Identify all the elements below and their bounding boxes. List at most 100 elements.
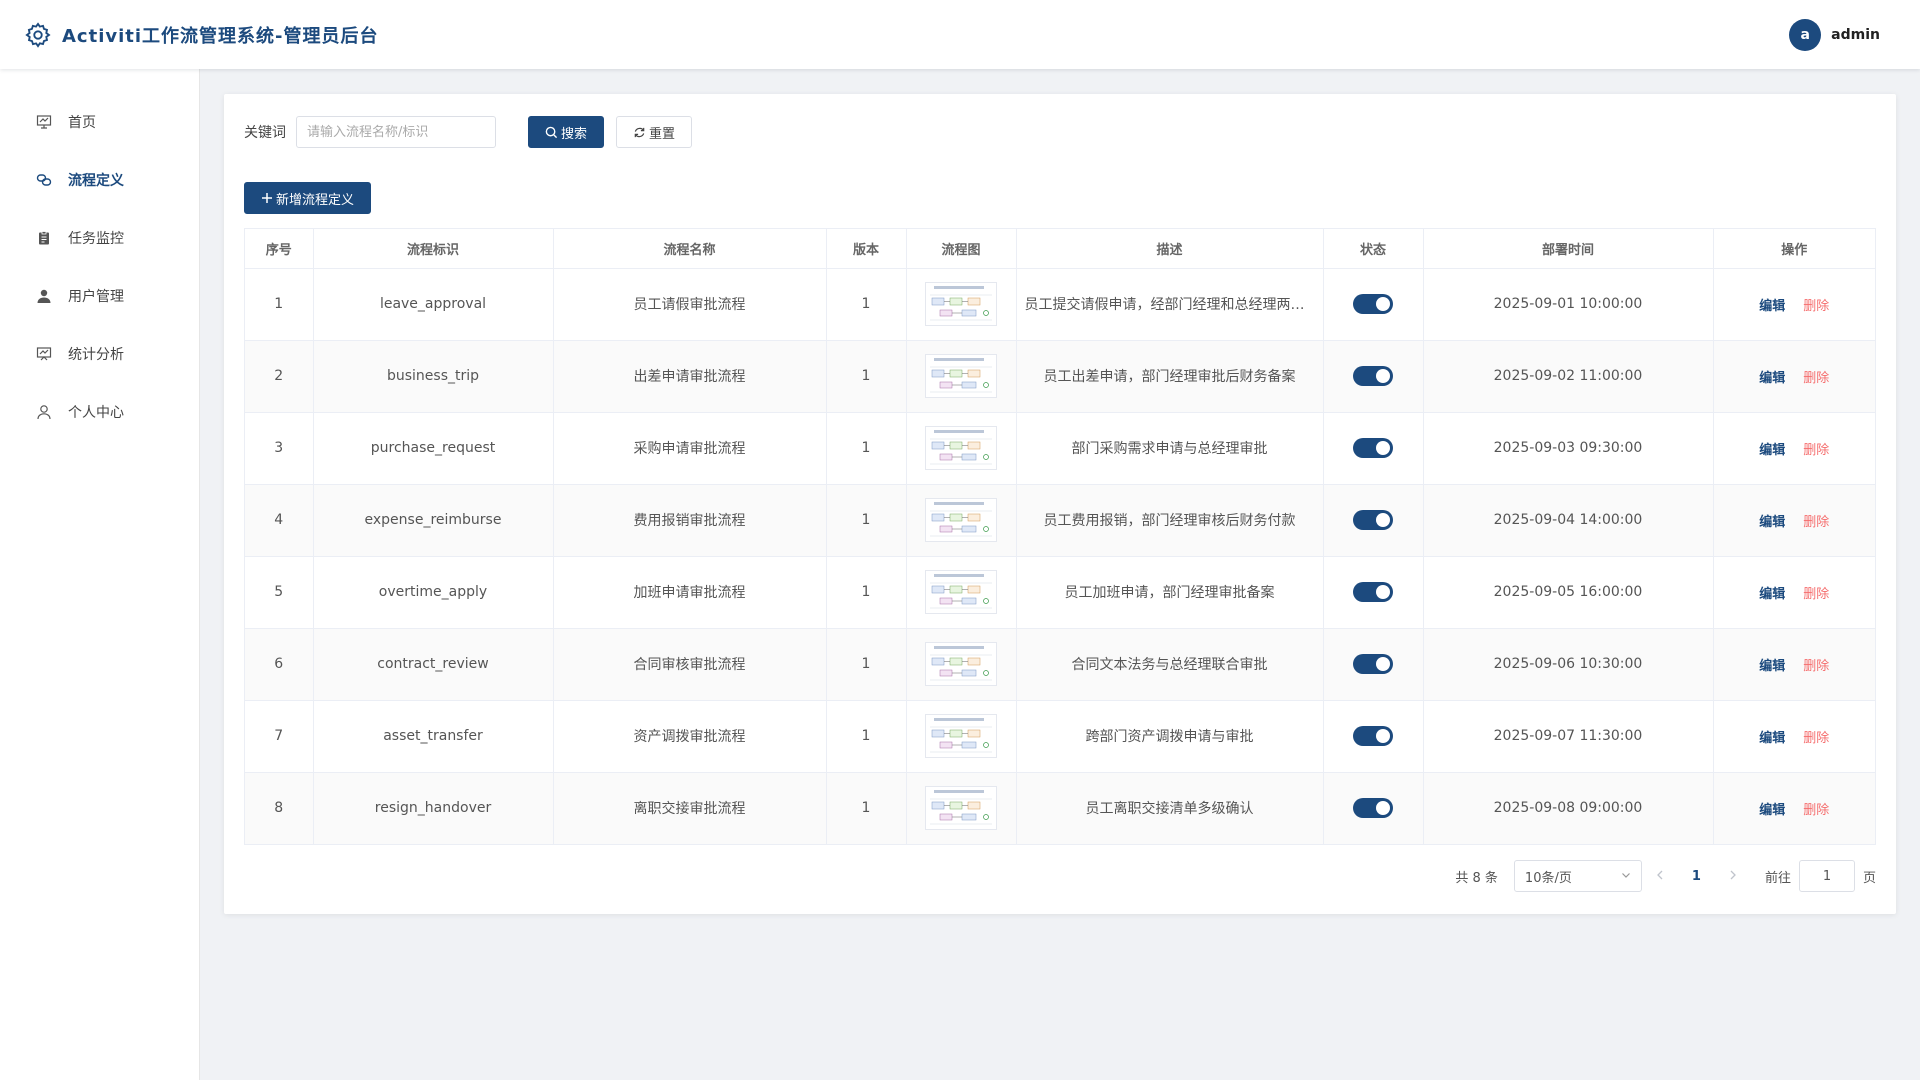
cell-status (1323, 556, 1424, 629)
delete-button[interactable]: 删除 (1803, 299, 1829, 314)
cell-actions: 编辑 删除 (1713, 772, 1875, 844)
main-card: 关键词 搜索 重置 新增流程定义 (224, 94, 1896, 914)
cell-process-name: 费用报销审批流程 (553, 484, 827, 557)
column-header: 流程标识 (313, 229, 554, 269)
cell-process-name: 离职交接审批流程 (553, 772, 827, 844)
status-toggle[interactable] (1353, 366, 1393, 386)
cell-version: 1 (826, 772, 907, 844)
cell-actions: 编辑 删除 (1713, 700, 1875, 773)
edit-button[interactable]: 编辑 (1759, 443, 1785, 458)
sidebar-item-process-definition[interactable]: 流程定义 (0, 151, 199, 209)
user-menu[interactable]: a admin (1789, 18, 1880, 51)
cell-description: 跨部门资产调拨申请与审批 (1016, 700, 1324, 773)
sidebar-item-user-management[interactable]: 用户管理 (0, 267, 199, 325)
delete-button[interactable]: 删除 (1803, 659, 1829, 674)
delete-button[interactable]: 删除 (1803, 731, 1829, 746)
delete-button[interactable]: 删除 (1803, 515, 1829, 530)
sidebar-item-task-monitor[interactable]: 任务监控 (0, 209, 199, 267)
cell-deploy-time: 2025-09-07 11:30:00 (1423, 700, 1714, 773)
process-diagram-thumbnail[interactable] (925, 282, 997, 326)
cell-process-key: overtime_apply (313, 556, 554, 629)
cell-process-key: expense_reimburse (313, 484, 554, 557)
toolbar: 新增流程定义 (244, 182, 1876, 214)
column-header: 版本 (826, 229, 907, 269)
table-header-row: 序号 流程标识 流程名称 版本 流程图 描述 状态 部署时间 操作 (245, 229, 1875, 269)
goto-page-input[interactable] (1798, 860, 1855, 892)
plus-icon (261, 192, 273, 204)
process-diagram-thumbnail[interactable] (925, 786, 997, 831)
process-diagram-thumbnail[interactable] (925, 498, 997, 542)
cell-process-key: contract_review (313, 628, 554, 701)
cell-deploy-time: 2025-09-03 09:30:00 (1423, 412, 1714, 485)
avatar[interactable]: a (1789, 18, 1822, 51)
cell-deploy-time: 2025-09-04 14:00:00 (1423, 484, 1714, 557)
total-count: 共 8 条 (1455, 870, 1498, 886)
user-outline-icon (36, 404, 52, 420)
cell-deploy-time: 2025-09-05 16:00:00 (1423, 556, 1714, 629)
sidebar-item-statistics[interactable]: 统计分析 (0, 325, 199, 383)
sidebar: 首页 流程定义 任务监控 用户管理 统计分析 个人中心 (0, 69, 200, 1080)
status-toggle[interactable] (1353, 294, 1393, 314)
status-toggle[interactable] (1353, 582, 1393, 602)
cell-description: 员工离职交接清单多级确认 (1016, 772, 1324, 844)
cell-process-name: 加班申请审批流程 (553, 556, 827, 629)
cell-index: 2 (245, 340, 314, 413)
edit-button[interactable]: 编辑 (1759, 803, 1785, 818)
cell-diagram (906, 772, 1017, 844)
sidebar-item-profile[interactable]: 个人中心 (0, 383, 199, 441)
username[interactable]: admin (1831, 27, 1880, 43)
cell-deploy-time: 2025-09-02 11:00:00 (1423, 340, 1714, 413)
table-row: 5 overtime_apply 加班申请审批流程 1 员工加班申请，部门经理审批备案 2… (245, 556, 1875, 629)
process-diagram-thumbnail[interactable] (925, 714, 997, 758)
table-row: 3 purchase_request 采购申请审批流程 1 部门采购需求申请与总经理审批… (245, 412, 1875, 485)
edit-button[interactable]: 编辑 (1759, 587, 1785, 602)
status-toggle[interactable] (1353, 510, 1393, 530)
edit-button[interactable]: 编辑 (1759, 731, 1785, 746)
cell-deploy-time: 2025-09-06 10:30:00 (1423, 628, 1714, 701)
cell-actions: 编辑 删除 (1713, 340, 1875, 413)
delete-button[interactable]: 删除 (1803, 371, 1829, 386)
page-size-select[interactable]: 10条/页 (1513, 860, 1642, 892)
delete-button[interactable]: 删除 (1803, 803, 1829, 818)
process-diagram-thumbnail[interactable] (925, 570, 997, 614)
cell-version: 1 (826, 484, 907, 557)
edit-button[interactable]: 编辑 (1759, 515, 1785, 530)
reset-button[interactable]: 重置 (616, 116, 693, 148)
cell-description: 员工出差申请，部门经理审批后财务备案 (1016, 340, 1324, 413)
edit-button[interactable]: 编辑 (1759, 371, 1785, 386)
status-toggle[interactable] (1353, 726, 1393, 746)
page-number[interactable]: 1 (1692, 869, 1701, 884)
add-process-definition-button[interactable]: 新增流程定义 (244, 182, 372, 214)
brand: Activiti工作流管理系统-管理员后台 (24, 21, 379, 49)
process-diagram-thumbnail[interactable] (925, 426, 997, 470)
pagination: 共 8 条 10条/页 1 前往 页 (244, 859, 1876, 893)
cell-actions: 编辑 删除 (1713, 268, 1875, 341)
status-toggle[interactable] (1353, 438, 1393, 458)
add-button-label: 新增流程定义 (276, 192, 355, 208)
sidebar-item-home[interactable]: 首页 (0, 93, 199, 151)
prev-page-button[interactable] (1656, 868, 1664, 884)
delete-button[interactable]: 删除 (1803, 587, 1829, 602)
status-toggle[interactable] (1353, 654, 1393, 674)
process-diagram-thumbnail[interactable] (925, 642, 997, 686)
column-header: 序号 (245, 229, 314, 269)
cell-index: 6 (245, 628, 314, 701)
sidebar-item-label: 个人中心 (68, 405, 124, 421)
process-diagram-thumbnail[interactable] (925, 354, 997, 398)
user-filled-icon (36, 288, 52, 304)
keyword-label: 关键词 (244, 125, 286, 141)
edit-button[interactable]: 编辑 (1759, 659, 1785, 674)
status-toggle[interactable] (1353, 798, 1393, 819)
edit-button[interactable]: 编辑 (1759, 299, 1785, 314)
next-page-button[interactable] (1729, 868, 1737, 884)
cell-description: 员工加班申请，部门经理审批备案 (1016, 556, 1324, 629)
search-button[interactable]: 搜索 (528, 116, 605, 148)
cell-status (1323, 340, 1424, 413)
delete-button[interactable]: 删除 (1803, 443, 1829, 458)
cell-version: 1 (826, 556, 907, 629)
sidebar-item-label: 任务监控 (68, 231, 124, 247)
search-input[interactable] (296, 116, 496, 148)
process-table: 序号 流程标识 流程名称 版本 流程图 描述 状态 部署时间 操作 1 leave… (244, 228, 1876, 845)
link-icon (36, 172, 52, 188)
column-header: 流程名称 (553, 229, 827, 269)
